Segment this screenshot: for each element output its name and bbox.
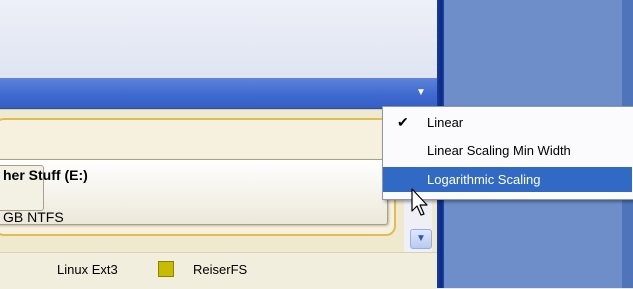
menu-item-label: Linear: [427, 115, 464, 130]
partition-map-header[interactable]: [0, 78, 437, 109]
menu-item-linear[interactable]: ✔ Linear: [383, 110, 632, 135]
partition-name: her Stuff (E:): [3, 167, 88, 183]
legend-label-reiserfs: ReiserFS: [193, 262, 248, 277]
legend-swatch-reiserfs: [158, 261, 174, 277]
partition-info: GB NTFS: [3, 209, 64, 225]
chevron-down-icon[interactable]: ▼: [414, 86, 428, 100]
menu-item-linear-scaling-min-width[interactable]: Linear Scaling Min Width: [383, 138, 632, 163]
scroll-down-icon[interactable]: ▼: [410, 229, 432, 249]
legend-label-linux-ext3: Linux Ext3: [57, 262, 118, 277]
menu-item-label: Linear Scaling Min Width: [427, 143, 571, 158]
checkmark-icon: ✔: [397, 114, 409, 130]
mouse-cursor-icon: [411, 188, 428, 216]
top-area: [0, 0, 437, 78]
menu-item-label: Logarithmic Scaling: [427, 172, 541, 187]
